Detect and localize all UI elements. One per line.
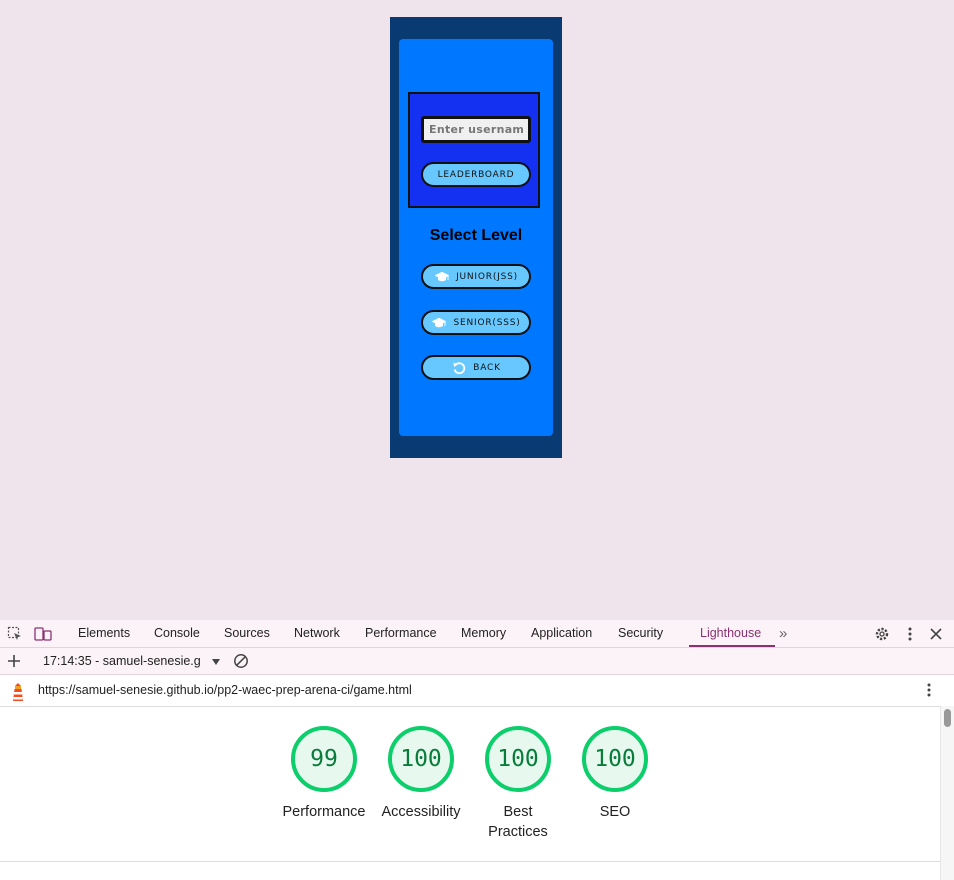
tab-security[interactable]: Security bbox=[618, 620, 663, 647]
leaderboard-button-label: LEADERBOARD bbox=[437, 169, 515, 180]
report-url: https://samuel-senesie.github.io/pp2-wae… bbox=[38, 683, 412, 697]
tab-memory[interactable]: Memory bbox=[461, 620, 506, 647]
username-input[interactable] bbox=[421, 116, 531, 143]
graduation-cap-icon bbox=[434, 271, 450, 283]
report-scrollbar[interactable] bbox=[940, 706, 954, 880]
lighthouse-scores: 99 Performance 100 Accessibility 100 Bes… bbox=[0, 706, 940, 880]
tab-application[interactable]: Application bbox=[531, 620, 592, 647]
tab-sources[interactable]: Sources bbox=[224, 620, 270, 647]
leaderboard-button[interactable]: LEADERBOARD bbox=[421, 162, 531, 187]
seo-score: 100 bbox=[594, 746, 636, 772]
tab-lighthouse[interactable]: Lighthouse bbox=[700, 620, 761, 647]
best-practices-label: Best Practices bbox=[488, 804, 548, 840]
more-options-icon[interactable] bbox=[902, 626, 918, 642]
scrollbar-thumb[interactable] bbox=[944, 709, 951, 727]
junior-level-button[interactable]: JUNIOR(JSS) bbox=[421, 264, 531, 289]
senior-level-button[interactable]: SENIOR(SSS) bbox=[421, 310, 531, 335]
divider bbox=[0, 861, 940, 862]
clear-reports-icon[interactable] bbox=[233, 653, 249, 669]
tab-console[interactable]: Console bbox=[154, 620, 200, 647]
settings-gear-icon[interactable] bbox=[874, 626, 890, 642]
report-selector-dropdown[interactable]: 17:14:35 - samuel-senesie.g bbox=[43, 648, 221, 674]
back-button-label: BACK bbox=[473, 362, 501, 373]
report-url-bar: https://samuel-senesie.github.io/pp2-wae… bbox=[0, 675, 954, 707]
performance-score: 99 bbox=[310, 746, 338, 772]
senior-level-label: SENIOR(SSS) bbox=[453, 317, 521, 328]
seo-gauge[interactable]: 100 bbox=[582, 726, 648, 792]
accessibility-label: Accessibility bbox=[381, 804, 461, 820]
best-practices-gauge[interactable]: 100 bbox=[485, 726, 551, 792]
game-card: LEADERBOARD Select Level JUNIOR(JSS) bbox=[399, 39, 553, 436]
lighthouse-logo-icon bbox=[9, 682, 25, 701]
accessibility-gauge[interactable]: 100 bbox=[388, 726, 454, 792]
best-practices-score: 100 bbox=[497, 746, 539, 772]
game-viewport: LEADERBOARD Select Level JUNIOR(JSS) bbox=[390, 17, 562, 458]
junior-level-label: JUNIOR(JSS) bbox=[456, 271, 518, 282]
performance-gauge[interactable]: 99 bbox=[291, 726, 357, 792]
report-menu-icon[interactable] bbox=[921, 682, 937, 698]
close-icon[interactable] bbox=[928, 626, 944, 642]
back-button[interactable]: BACK bbox=[421, 355, 531, 380]
tab-network[interactable]: Network bbox=[294, 620, 340, 647]
devtools-panel: Elements Console Sources Network Perform… bbox=[0, 620, 954, 880]
accessibility-score: 100 bbox=[400, 746, 442, 772]
chevron-down-icon bbox=[212, 658, 221, 665]
undo-icon bbox=[451, 361, 467, 374]
select-level-title: Select Level bbox=[429, 227, 523, 244]
login-box: LEADERBOARD bbox=[408, 92, 540, 208]
devtools-tab-bar: Elements Console Sources Network Perform… bbox=[0, 620, 954, 648]
more-tabs-icon[interactable]: » bbox=[779, 620, 787, 647]
seo-label: SEO bbox=[599, 804, 631, 820]
active-tab-indicator bbox=[689, 645, 775, 647]
performance-label: Performance bbox=[282, 804, 366, 820]
inspect-element-icon[interactable] bbox=[7, 626, 23, 642]
graduation-cap-icon bbox=[431, 317, 448, 329]
tab-elements[interactable]: Elements bbox=[78, 620, 130, 647]
device-toolbar-icon[interactable] bbox=[34, 626, 52, 642]
new-report-plus-icon[interactable] bbox=[6, 653, 22, 669]
tab-performance[interactable]: Performance bbox=[365, 620, 437, 647]
lighthouse-toolbar: 17:14:35 - samuel-senesie.g bbox=[0, 648, 954, 675]
report-selector-label: 17:14:35 - samuel-senesie.g bbox=[43, 654, 201, 668]
